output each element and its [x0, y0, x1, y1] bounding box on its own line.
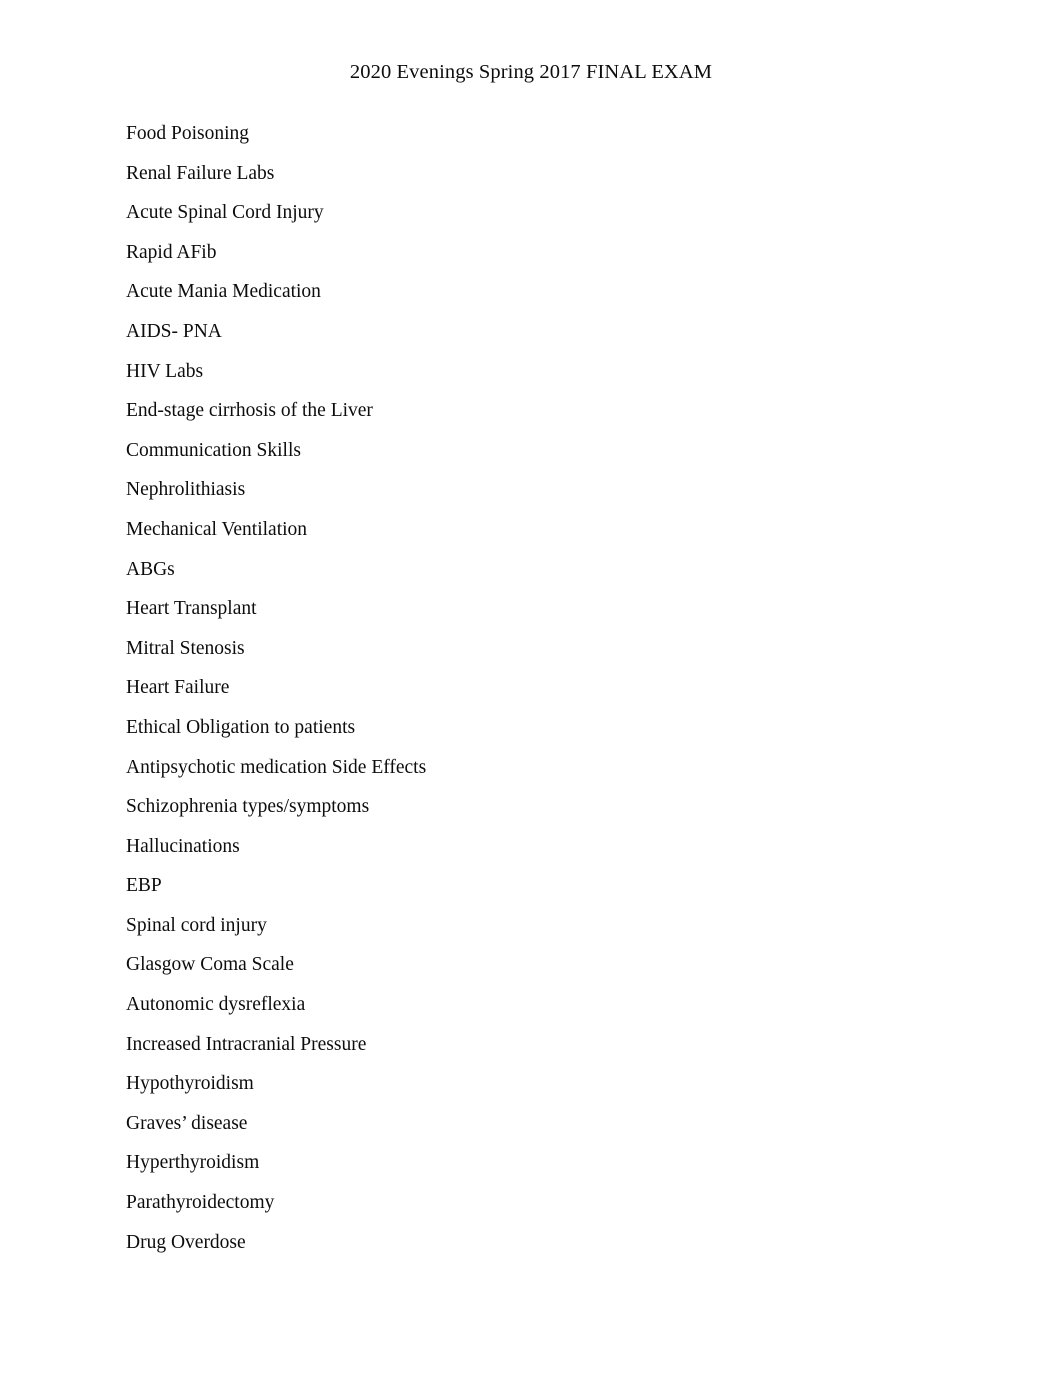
list-item: HIV Labs [126, 360, 204, 382]
list-item: Renal Failure Labs [126, 162, 275, 184]
list-item: ABGs [126, 558, 175, 580]
list-item: Schizophrenia types/symptoms [126, 796, 370, 818]
list-item: Hallucinations [126, 835, 240, 857]
list-item: Acute Spinal Cord Injury [126, 202, 324, 224]
list-item: AIDS- PNA [126, 320, 222, 342]
list-item: Communication Skills [126, 439, 301, 461]
list-item: Graves’ disease [126, 1112, 248, 1134]
list-item: Nephrolithiasis [126, 479, 246, 501]
list-item: EBP [126, 875, 162, 897]
list-item: Increased Intracranial Pressure [126, 1033, 367, 1055]
list-item: Heart Transplant [126, 598, 257, 620]
list-item: Mitral Stenosis [126, 637, 245, 659]
list-item: Spinal cord injury [126, 914, 267, 936]
list-item: Parathyroidectomy [126, 1192, 275, 1214]
list-item: Food Poisoning [126, 123, 249, 144]
list-item: Hypothyroidism [126, 1073, 254, 1095]
list-item: Mechanical Ventilation [126, 518, 308, 540]
list-item: Ethical Obligation to patients [126, 716, 356, 738]
document-body: Food Poisoning Renal Failure Labs Acute … [126, 122, 986, 1254]
list-item: Rapid AFib [126, 241, 217, 263]
list-item: Antipsychotic medication Side Effects [126, 756, 427, 778]
list-item: End-stage cirrhosis of the Liver [126, 400, 373, 422]
list-item: Hyperthyroidism [126, 1152, 260, 1174]
document-page: 2020 Evenings Spring 2017 FINAL EXAM Foo… [0, 0, 1062, 1377]
list-item: Acute Mania Medication [126, 281, 321, 303]
list-item: Drug Overdose [126, 1231, 246, 1253]
exam-topic-list: Food Poisoning Renal Failure Labs Acute … [126, 122, 986, 1254]
list-item: Glasgow Coma Scale [126, 954, 294, 976]
list-item: Autonomic dysreflexia [126, 994, 306, 1016]
list-item: Heart Failure [126, 677, 230, 699]
page-header-title: 2020 Evenings Spring 2017 FINAL EXAM [349, 61, 713, 83]
